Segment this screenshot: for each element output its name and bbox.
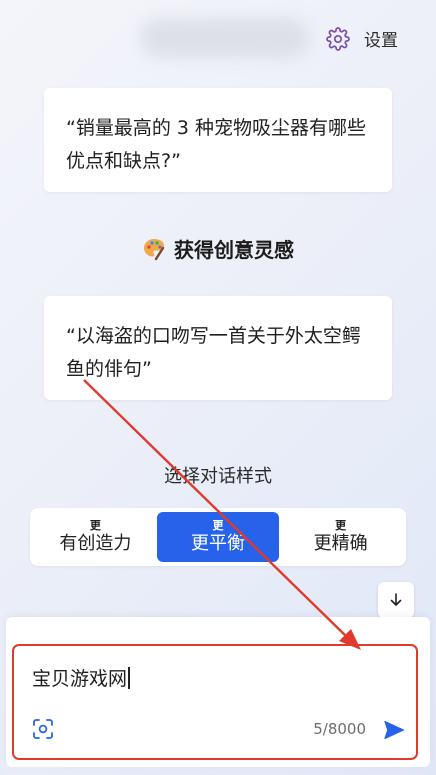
style-option-prefix: 更	[335, 518, 347, 532]
conversation-style-selector: 更 有创造力 更 更平衡 更 更精确	[30, 508, 406, 566]
style-option-precise[interactable]: 更 更精确	[279, 512, 402, 562]
visual-search-icon[interactable]	[32, 718, 54, 740]
settings-label: 设置	[364, 31, 398, 51]
message-input-value: 宝贝游戏网	[32, 668, 128, 690]
suggestion-text: “以海盗的口吻写一首关于外太空鳄鱼的俳句”	[66, 325, 361, 380]
text-caret	[128, 667, 130, 689]
style-option-label: 更精确	[313, 532, 368, 554]
blurred-header	[140, 18, 310, 58]
style-option-label: 更平衡	[191, 532, 245, 554]
palette-icon	[142, 237, 166, 266]
composer-input-highlight: 宝贝游戏网 5/8000	[12, 644, 418, 760]
style-option-label: 有创造力	[59, 532, 132, 554]
suggestion-text: “销量最高的 3 种宠物吸尘器有哪些优点和缺点?”	[66, 117, 367, 172]
character-counter: 5/8000	[313, 720, 366, 738]
gear-icon	[326, 26, 350, 51]
section-title-text: 获得创意灵感	[174, 238, 294, 262]
arrow-down-icon	[390, 593, 402, 606]
settings-button[interactable]: 设置	[326, 26, 398, 51]
scroll-down-button[interactable]	[378, 582, 414, 618]
style-option-balanced[interactable]: 更 更平衡	[156, 512, 280, 562]
style-option-prefix: 更	[89, 518, 101, 532]
suggestion-card-2[interactable]: “以海盗的口吻写一首关于外太空鳄鱼的俳句”	[44, 296, 392, 400]
conversation-style-label: 选择对话样式	[164, 466, 272, 487]
suggestion-card-1[interactable]: “销量最高的 3 种宠物吸尘器有哪些优点和缺点?”	[44, 88, 392, 192]
section-title: 获得创意灵感	[0, 234, 436, 266]
style-option-creative[interactable]: 更 有创造力	[34, 512, 157, 562]
send-icon[interactable]	[382, 718, 406, 742]
message-input[interactable]: 宝贝游戏网	[32, 664, 130, 691]
style-option-prefix: 更	[212, 518, 224, 532]
